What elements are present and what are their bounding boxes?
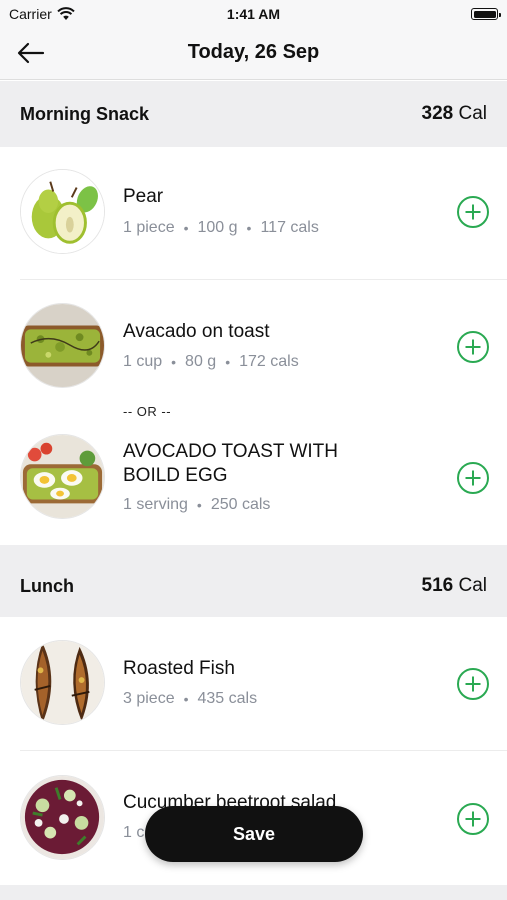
separator-dot: • — [183, 220, 189, 236]
food-item-pear[interactable]: Pear 1 piece • 100 g • 117 cals — [0, 147, 507, 280]
food-thumbnail-salad — [20, 775, 105, 860]
food-meta: 1 c — [123, 824, 144, 842]
calorie-unit: Cal — [458, 103, 487, 124]
add-food-button[interactable] — [457, 668, 489, 700]
food-meta: 1 piece • 100 g • 117 cals — [123, 219, 319, 237]
food-calories: 117 cals — [260, 219, 319, 236]
section-header-morning-snack: Morning Snack 328 Cal — [0, 81, 507, 147]
section-header-next — [0, 885, 507, 900]
calorie-unit: Cal — [458, 575, 487, 596]
food-name: AVOCADO TOAST WITH BOILD EGG — [123, 441, 339, 486]
section-title: Lunch — [20, 576, 74, 596]
or-separator: -- OR -- — [123, 404, 172, 419]
section-calories: 328 Cal — [422, 103, 488, 125]
food-meta: 1 cup • 80 g • 172 cals — [123, 353, 299, 371]
food-meta: 3 piece • 435 cals — [123, 690, 257, 708]
food-meta: 1 serving • 250 cals — [123, 496, 270, 514]
battery-icon — [471, 8, 501, 20]
food-calories: 250 cals — [210, 496, 271, 513]
food-calories: 435 cals — [197, 690, 258, 707]
food-thumbnail-roasted-fish — [20, 640, 105, 725]
food-weight: 80 g — [185, 353, 217, 370]
food-item-group-avocado: Avacado on toast 1 cup • 80 g • 172 cals… — [0, 280, 507, 545]
separator-dot: • — [171, 354, 177, 370]
food-quantity: 1 cup — [123, 353, 163, 370]
separator-dot: • — [246, 220, 252, 236]
calorie-value: 328 — [421, 103, 454, 124]
food-weight: 100 g — [197, 219, 238, 236]
status-time: 1:41 AM — [226, 6, 281, 22]
food-quantity: 3 piece — [123, 690, 175, 707]
add-food-button[interactable] — [457, 462, 489, 494]
page-title: Today, 26 Sep — [187, 41, 320, 63]
section-calories: 516 Cal — [422, 575, 488, 597]
food-quantity: 1 piece — [123, 219, 175, 236]
add-food-button[interactable] — [457, 803, 489, 835]
add-food-button[interactable] — [457, 331, 489, 363]
nav-bar: Today, 26 Sep — [0, 28, 507, 80]
separator-dot: • — [183, 691, 189, 707]
separator-dot: • — [196, 497, 202, 513]
separator-dot: • — [225, 354, 231, 370]
calorie-value: 516 — [421, 575, 454, 596]
food-thumbnail-avocado-toast — [20, 303, 105, 388]
food-thumbnail-avocado-egg-toast — [20, 434, 105, 519]
food-name: Avacado on toast — [123, 321, 270, 342]
food-name: Roasted Fish — [123, 658, 235, 679]
food-quantity: 1 c — [123, 824, 145, 841]
food-quantity: 1 serving — [123, 496, 188, 513]
save-button[interactable]: Save — [145, 806, 363, 862]
food-thumbnail-pear — [20, 169, 105, 254]
status-bar: Carrier 1:41 AM — [0, 0, 507, 28]
food-calories: 172 cals — [239, 353, 299, 370]
section-title: Morning Snack — [20, 104, 150, 124]
food-name: Pear — [123, 186, 164, 207]
section-header-lunch: Lunch 516 Cal — [0, 545, 507, 617]
food-item-roasted-fish[interactable]: Roasted Fish 3 piece • 435 cals — [0, 617, 507, 751]
add-food-button[interactable] — [457, 196, 489, 228]
